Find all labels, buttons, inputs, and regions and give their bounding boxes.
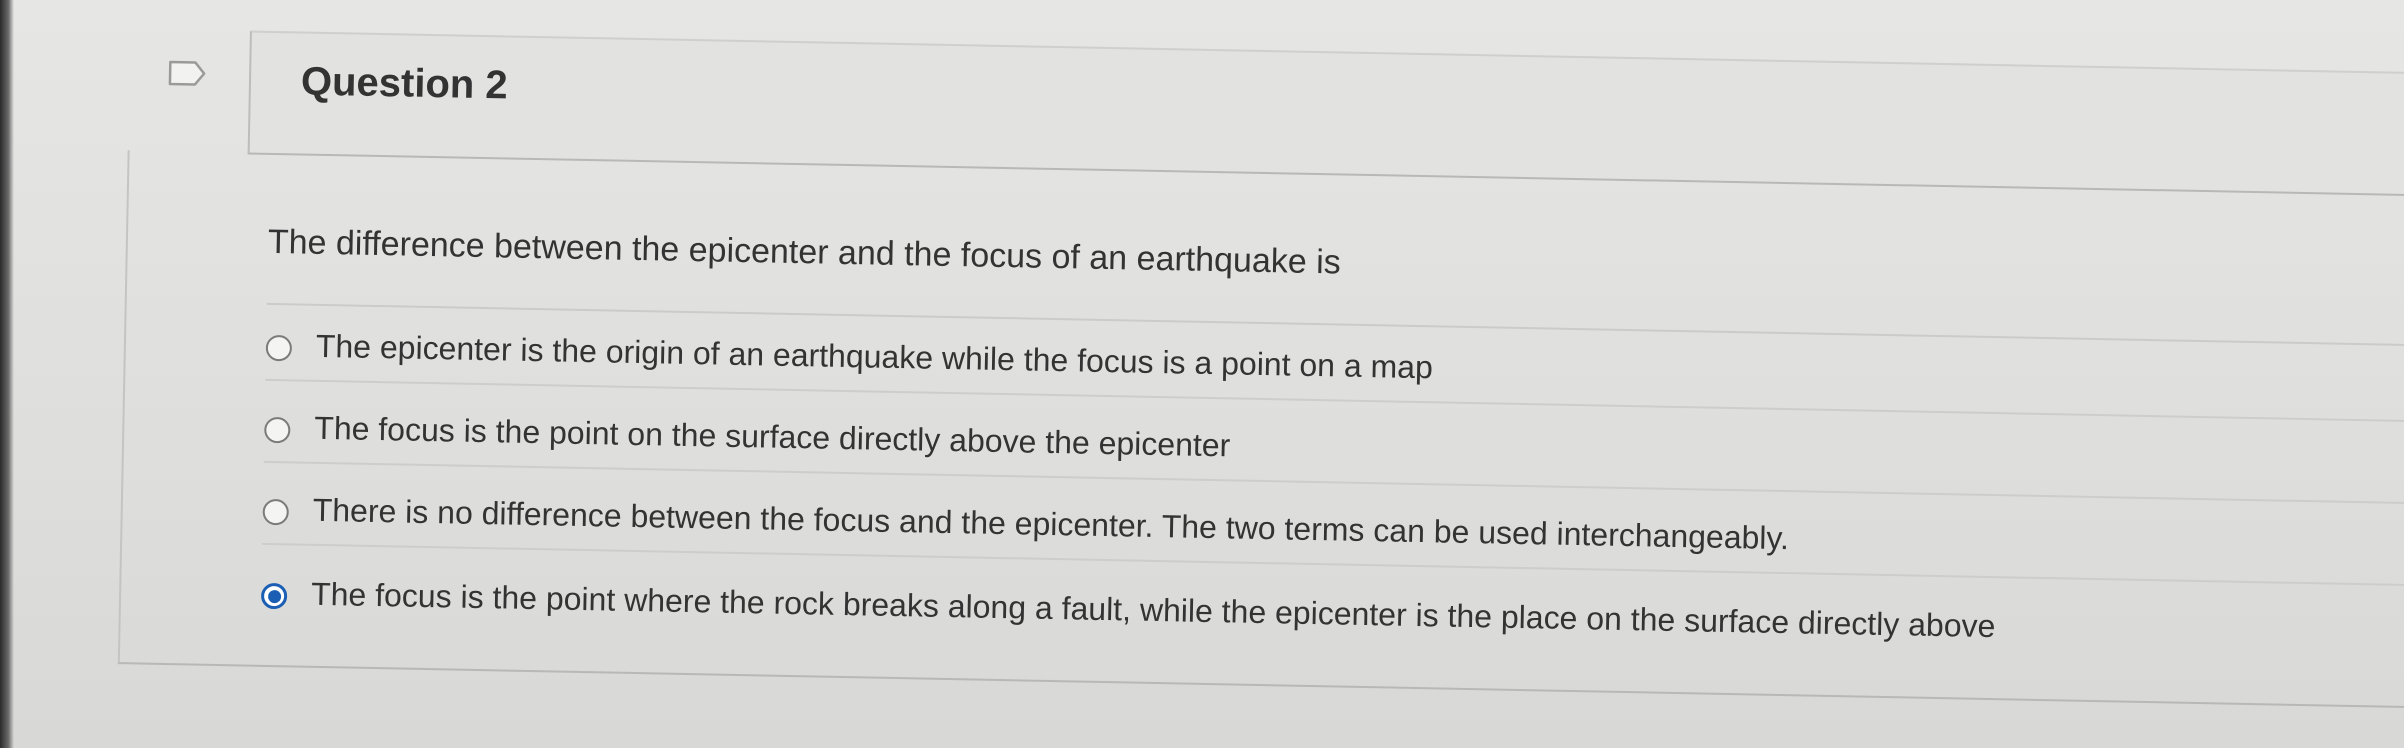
radio-button[interactable]	[262, 498, 289, 526]
question-body: The difference between the epicenter and…	[117, 150, 2404, 709]
answer-label[interactable]: The epicenter is the origin of an earthq…	[316, 328, 1434, 386]
answer-option-4[interactable]: The focus is the point where the rock br…	[260, 571, 2404, 669]
quiz-page: Question 2 The difference between the ep…	[0, 0, 2404, 748]
screen-bezel	[0, 0, 14, 748]
flag-question-icon[interactable]	[167, 59, 208, 88]
question-title: Question 2	[300, 59, 509, 108]
answer-label[interactable]: The focus is the point on the surface di…	[314, 410, 1231, 465]
question-text: The difference between the epicenter and…	[267, 222, 1342, 282]
answer-option-3[interactable]: There is no difference between the focus…	[262, 486, 2404, 588]
radio-button-selected[interactable]	[260, 582, 288, 610]
answer-label[interactable]: There is no difference between the focus…	[312, 492, 1789, 557]
radio-button[interactable]	[264, 416, 291, 444]
question-card: Question 2 The difference between the ep…	[108, 28, 2404, 712]
answer-option-2[interactable]: The focus is the point on the surface di…	[263, 404, 2404, 506]
answer-label[interactable]: The focus is the point where the rock br…	[311, 576, 1996, 645]
radio-button[interactable]	[265, 334, 293, 362]
